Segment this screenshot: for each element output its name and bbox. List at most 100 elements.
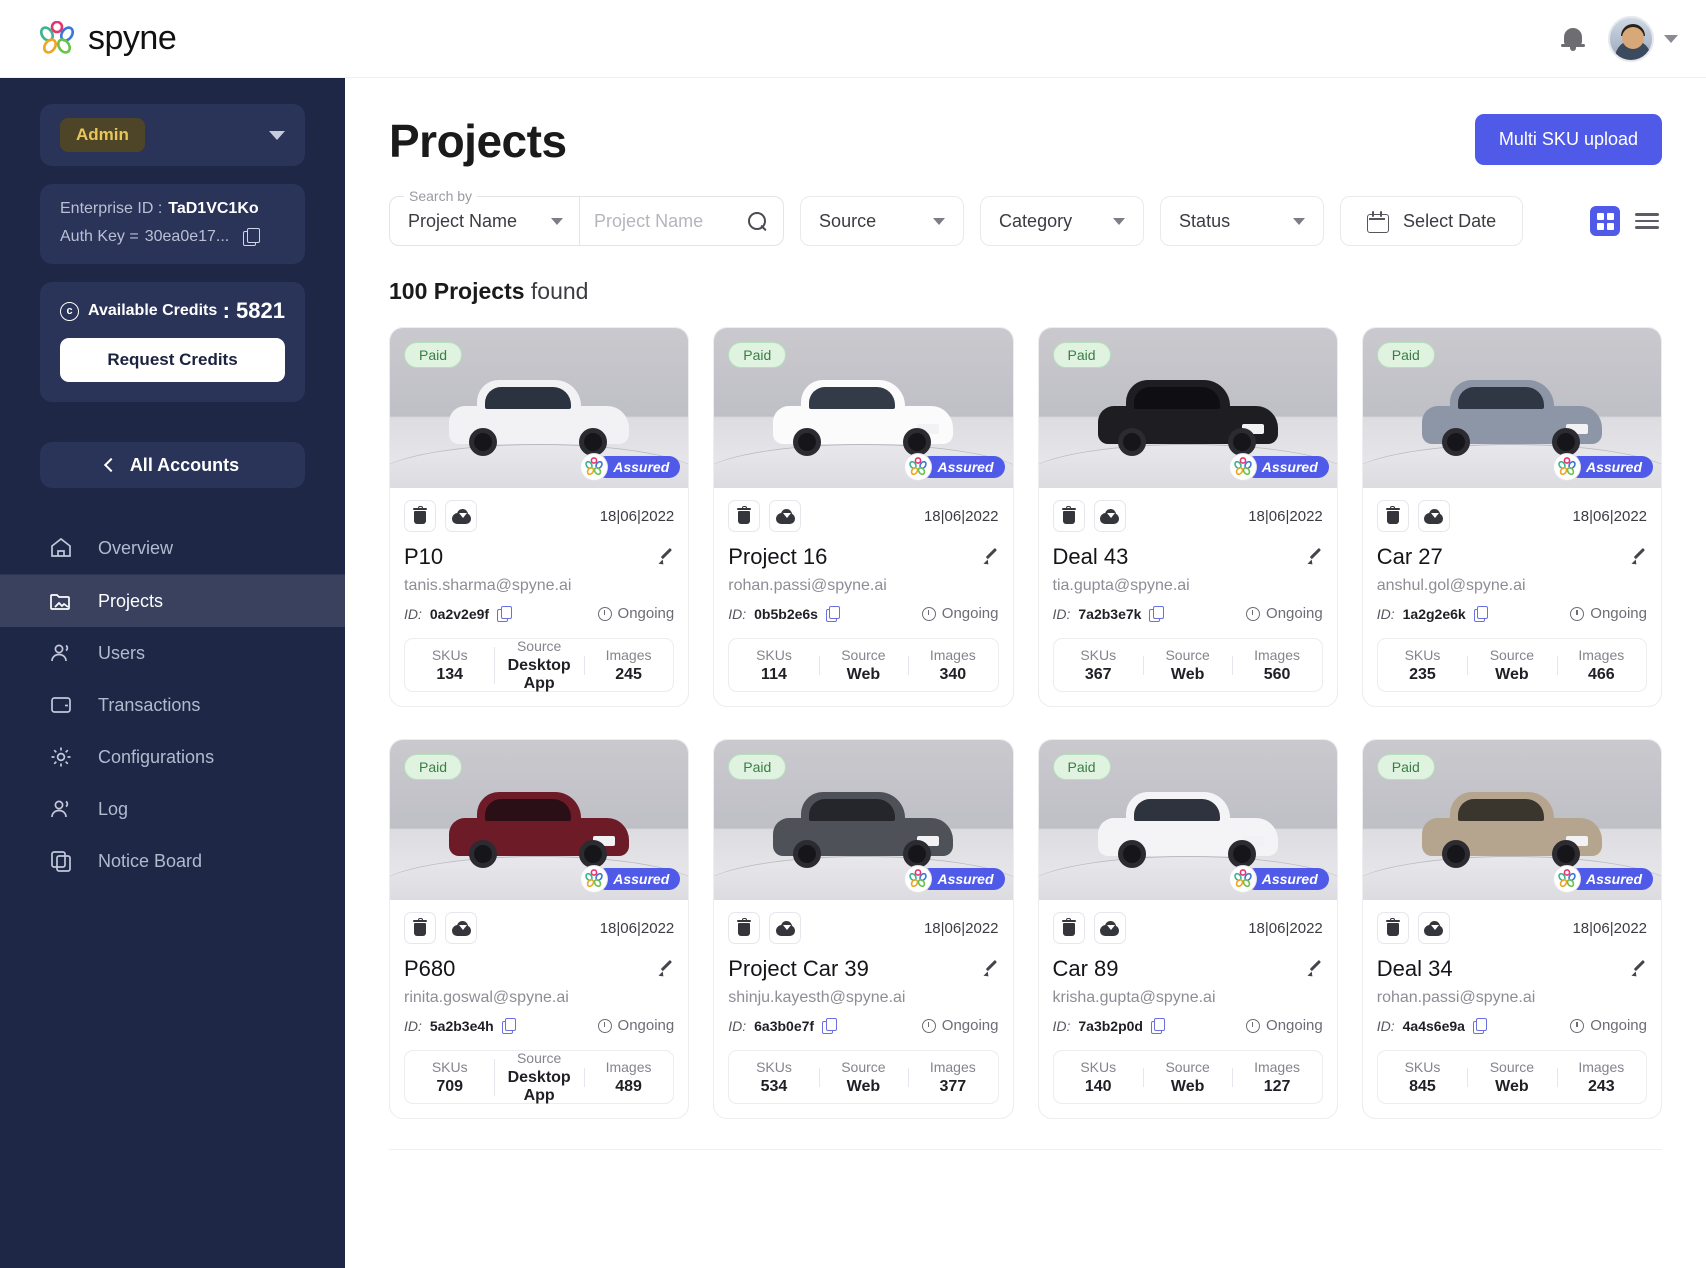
download-project-button[interactable] bbox=[445, 912, 477, 944]
delete-project-button[interactable] bbox=[404, 500, 436, 532]
edit-icon[interactable] bbox=[1308, 550, 1323, 565]
all-accounts-button[interactable]: All Accounts bbox=[40, 442, 305, 488]
delete-project-button[interactable] bbox=[1376, 912, 1409, 944]
copy-board-icon bbox=[48, 848, 74, 874]
project-card[interactable]: Paid Assured bbox=[713, 739, 1014, 1119]
search-input[interactable] bbox=[594, 210, 713, 232]
filter-status-select[interactable]: Status bbox=[1160, 196, 1325, 246]
copy-icon[interactable] bbox=[1473, 606, 1489, 622]
download-project-button[interactable] bbox=[769, 912, 802, 944]
project-id-label: ID: bbox=[728, 605, 747, 622]
brand-logo-area[interactable]: spyne bbox=[36, 19, 177, 58]
project-thumbnail[interactable]: Paid Assured bbox=[714, 740, 1013, 900]
car-image bbox=[773, 792, 954, 868]
project-id: ID: 1a2g2e6k bbox=[1377, 606, 1489, 622]
project-thumbnail[interactable]: Paid Assured bbox=[1362, 740, 1661, 900]
status-badge: Ongoing bbox=[921, 605, 999, 622]
sidebar-item-notice-board[interactable]: Notice Board bbox=[0, 835, 345, 887]
download-project-button[interactable] bbox=[1417, 912, 1450, 944]
assured-label: Assured bbox=[919, 456, 1005, 478]
sidebar-item-overview[interactable]: Overview bbox=[0, 522, 345, 574]
copy-icon[interactable] bbox=[822, 1018, 837, 1034]
filter-category-select[interactable]: Category bbox=[980, 196, 1145, 246]
project-thumbnail[interactable]: Paid Assured bbox=[390, 740, 689, 900]
chevron-down-icon bbox=[933, 217, 946, 225]
project-card-body: 18|06|2022 Project 16 rohan.passi@spyne.… bbox=[714, 488, 1012, 706]
assured-label: Assured bbox=[595, 456, 681, 478]
edit-icon[interactable] bbox=[659, 962, 674, 977]
edit-icon[interactable] bbox=[659, 550, 674, 565]
delete-project-button[interactable] bbox=[404, 912, 436, 944]
project-card[interactable]: Paid Assured bbox=[389, 327, 690, 707]
select-date-button[interactable]: Select Date bbox=[1340, 196, 1524, 246]
project-id-label: ID: bbox=[728, 1017, 747, 1034]
chevron-down-icon[interactable] bbox=[269, 130, 285, 140]
edit-icon[interactable] bbox=[984, 962, 999, 977]
role-selector[interactable]: Admin bbox=[40, 104, 305, 166]
projects-scroll-area[interactable]: Paid Assured 18|06|2022 P10 tanis.sharma… bbox=[345, 327, 1706, 1268]
project-thumbnail[interactable]: Paid Assured bbox=[1362, 328, 1661, 488]
copy-icon[interactable] bbox=[501, 1018, 517, 1034]
copy-icon[interactable] bbox=[497, 606, 512, 622]
edit-icon[interactable] bbox=[1308, 962, 1323, 977]
project-card[interactable]: Paid Assured bbox=[713, 327, 1014, 707]
multi-sku-upload-button[interactable]: Multi SKU upload bbox=[1474, 114, 1662, 165]
sidebar-item-projects[interactable]: Projects bbox=[0, 575, 345, 627]
project-thumbnail[interactable]: Paid Assured bbox=[714, 328, 1013, 488]
delete-project-button[interactable] bbox=[1376, 500, 1409, 532]
copy-icon[interactable] bbox=[1472, 1018, 1488, 1034]
spyne-logo-icon bbox=[36, 20, 78, 57]
stat-value: Web bbox=[1170, 1077, 1205, 1095]
search-by-value: Project Name bbox=[408, 210, 518, 231]
stat-images: Images 245 bbox=[583, 647, 673, 684]
sidebar-item-log[interactable]: Log bbox=[0, 783, 345, 835]
profile-menu[interactable] bbox=[1608, 15, 1678, 62]
avatar[interactable] bbox=[1608, 15, 1654, 62]
project-thumbnail[interactable]: Paid Assured bbox=[1038, 740, 1337, 900]
delete-project-button[interactable] bbox=[728, 912, 761, 944]
project-id-value: 4a4s6e9a bbox=[1402, 1017, 1465, 1034]
search-by-select[interactable]: Project Name bbox=[390, 197, 581, 245]
status-label: Ongoing bbox=[617, 605, 675, 622]
clock-icon bbox=[921, 1018, 936, 1033]
next-row-peek bbox=[389, 1149, 1662, 1169]
edit-icon[interactable] bbox=[984, 550, 999, 565]
project-thumbnail[interactable]: Paid Assured bbox=[390, 328, 689, 488]
edit-icon[interactable] bbox=[1632, 962, 1647, 977]
download-project-button[interactable] bbox=[445, 500, 477, 532]
chevron-down-icon[interactable] bbox=[1664, 34, 1678, 43]
sidebar-item-transactions[interactable]: Transactions bbox=[0, 679, 345, 731]
copy-icon[interactable] bbox=[243, 228, 261, 246]
sidebar-item-configurations[interactable]: Configurations bbox=[0, 731, 345, 783]
project-card[interactable]: Paid Assured bbox=[1037, 327, 1338, 707]
download-project-button[interactable] bbox=[769, 500, 802, 532]
download-project-button[interactable] bbox=[1093, 912, 1126, 944]
stat-label: SKUs bbox=[1404, 1058, 1441, 1075]
project-thumbnail[interactable]: Paid Assured bbox=[1038, 328, 1337, 488]
copy-icon[interactable] bbox=[1150, 1018, 1166, 1034]
delete-project-button[interactable] bbox=[728, 500, 761, 532]
status-label: Ongoing bbox=[941, 1017, 999, 1034]
search-icon[interactable] bbox=[748, 211, 767, 231]
project-card[interactable]: Paid Assured bbox=[1361, 739, 1662, 1119]
delete-project-button[interactable] bbox=[1052, 500, 1085, 532]
list-view-button[interactable] bbox=[1632, 206, 1662, 236]
copy-icon[interactable] bbox=[825, 606, 841, 622]
project-card[interactable]: Paid Assured bbox=[1361, 327, 1662, 707]
delete-project-button[interactable] bbox=[1052, 912, 1085, 944]
download-project-button[interactable] bbox=[1093, 500, 1126, 532]
project-card[interactable]: Paid Assured bbox=[389, 739, 690, 1119]
stat-skus: SKUs 845 bbox=[1378, 1059, 1467, 1096]
project-date: 18|06|2022 bbox=[1248, 919, 1323, 937]
project-name: P10 bbox=[404, 544, 444, 569]
download-project-button[interactable] bbox=[1417, 500, 1450, 532]
copy-icon[interactable] bbox=[1149, 606, 1164, 622]
filter-source-select[interactable]: Source bbox=[800, 196, 965, 246]
request-credits-button[interactable]: Request Credits bbox=[60, 338, 285, 382]
grid-view-button[interactable] bbox=[1590, 206, 1620, 236]
results-count-number: 100 Projects bbox=[389, 278, 525, 304]
notification-bell-icon[interactable] bbox=[1560, 25, 1586, 53]
project-card[interactable]: Paid Assured bbox=[1037, 739, 1338, 1119]
sidebar-item-users[interactable]: Users bbox=[0, 627, 345, 679]
edit-icon[interactable] bbox=[1632, 550, 1647, 565]
